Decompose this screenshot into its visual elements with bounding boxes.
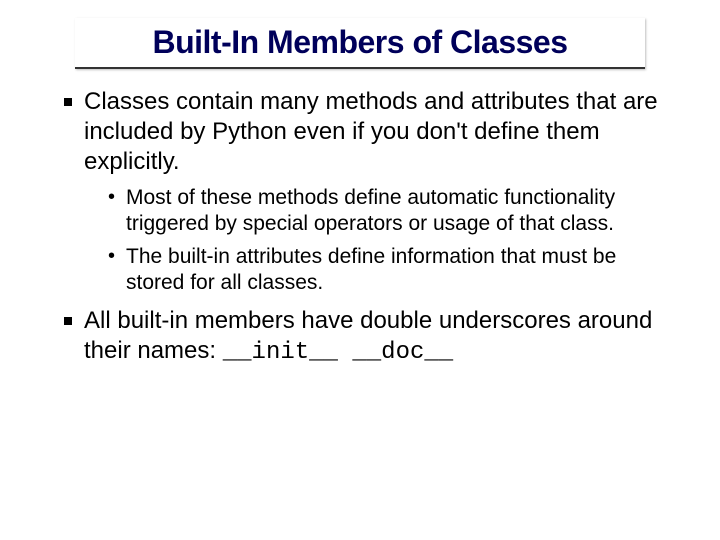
bullet-list-level1: Classes contain many methods and attribu… — [50, 87, 670, 368]
page-title: Built-In Members of Classes — [75, 24, 645, 61]
code-spacer — [338, 339, 352, 366]
code-init: __init__ — [223, 339, 338, 366]
title-box: Built-In Members of Classes — [75, 18, 645, 69]
bullet-1: Classes contain many methods and attribu… — [60, 87, 670, 296]
bullet-1-sub2: The built-in attributes define informati… — [108, 244, 670, 297]
code-doc: __doc__ — [352, 339, 453, 366]
bullet-1-text: Classes contain many methods and attribu… — [84, 88, 658, 175]
bullet-2: All built-in members have double undersc… — [60, 306, 670, 368]
bullet-list-level2: Most of these methods define automatic f… — [84, 185, 670, 296]
slide: Built-In Members of Classes Classes cont… — [0, 0, 720, 398]
bullet-1-sub1: Most of these methods define automatic f… — [108, 185, 670, 238]
